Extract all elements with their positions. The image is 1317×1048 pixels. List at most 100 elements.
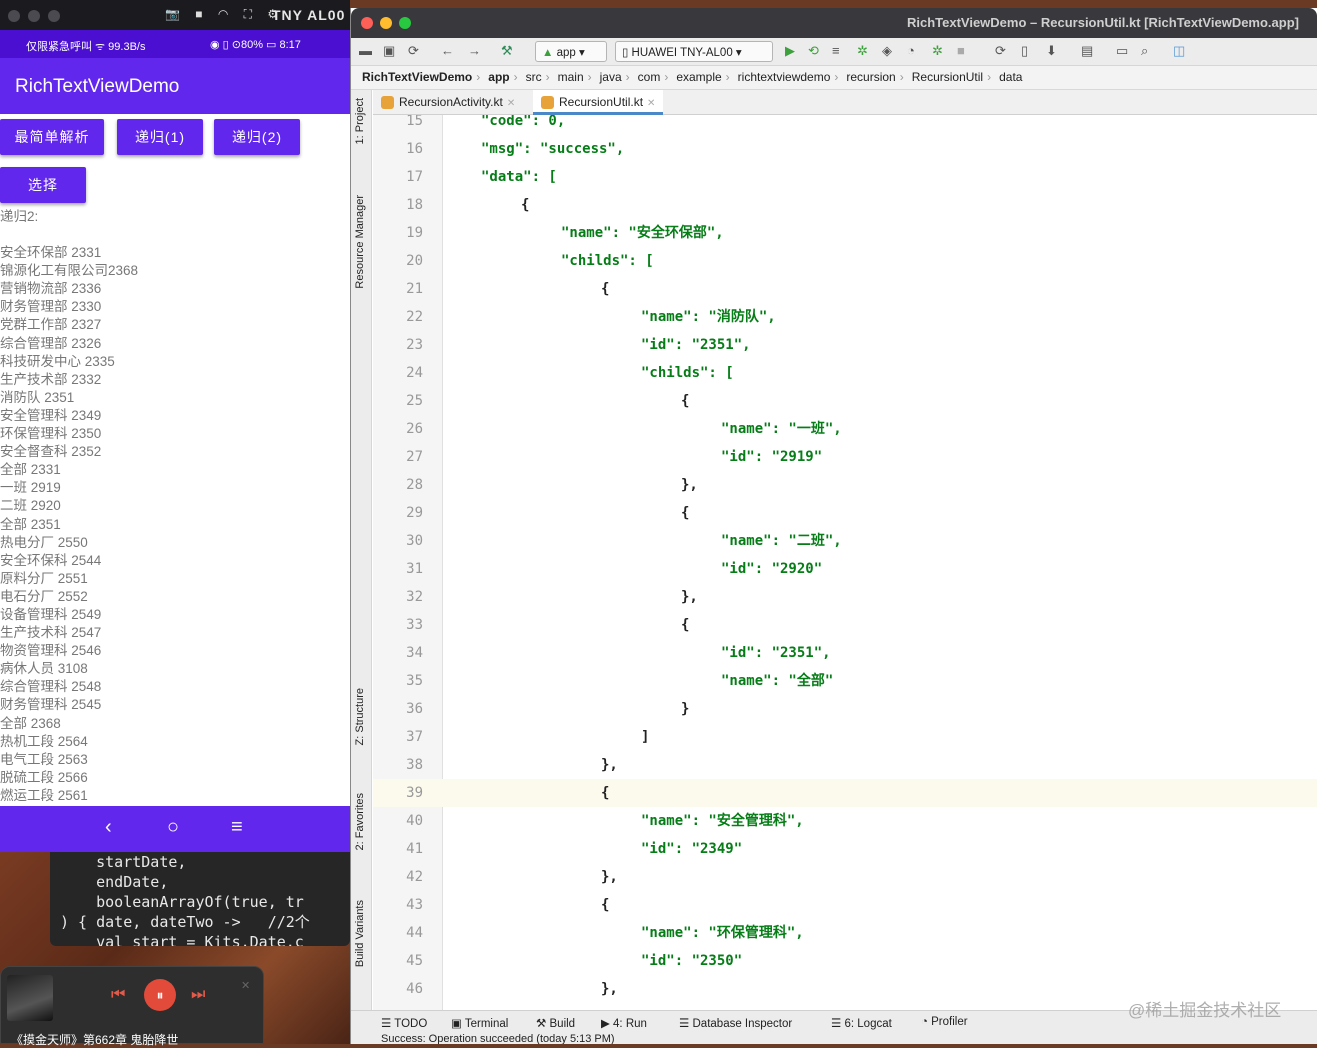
recursion-1-button[interactable]: 递归(1) (117, 119, 203, 155)
apply-code-icon[interactable]: ≡ (832, 43, 840, 58)
code-line[interactable]: 45 "id": "2350" (373, 947, 1317, 975)
home-icon[interactable]: ○ (167, 816, 179, 839)
breadcrumb-item[interactable]: com (638, 70, 661, 84)
menu-icon[interactable]: ≡ (231, 816, 243, 839)
code-line[interactable]: 25 { (373, 387, 1317, 415)
code-line[interactable]: 28}, (373, 471, 1317, 499)
recursion-2-button[interactable]: 递归(2) (214, 119, 300, 155)
attach-debugger-icon[interactable]: ✲ (932, 43, 943, 59)
code-line[interactable]: 16 "msg": "success", (373, 135, 1317, 163)
code-line[interactable]: 43 { (373, 891, 1317, 919)
close-icon[interactable]: ✕ (241, 979, 250, 992)
project-tool-tab[interactable]: 1: Project (354, 98, 366, 144)
resource-manager-tool-tab[interactable]: Resource Manager (354, 195, 366, 289)
sdk-manager-icon[interactable]: ⬇ (1046, 43, 1057, 59)
code-line[interactable]: 42}, (373, 863, 1317, 891)
avd-manager-icon[interactable]: ▯ (1021, 43, 1028, 59)
breadcrumb-item[interactable]: java (600, 70, 622, 84)
next-icon[interactable]: ⏭ (191, 986, 205, 1004)
code-line[interactable]: 21 { (373, 275, 1317, 303)
close-icon[interactable]: ✕ (647, 98, 655, 109)
breadcrumb-item[interactable]: recursion (846, 70, 895, 84)
code-line[interactable]: 41 "id": "2349" (373, 835, 1317, 863)
breadcrumb-item[interactable]: RecursionUtil (912, 70, 983, 84)
minimize-dot[interactable] (380, 17, 392, 29)
code-line[interactable]: 37] (373, 723, 1317, 751)
run-icon[interactable]: ▶ (785, 43, 795, 59)
breadcrumb-item[interactable]: app (488, 70, 509, 84)
breadcrumb-item[interactable]: data (999, 70, 1022, 84)
code-line[interactable]: 18 { (373, 191, 1317, 219)
code-line[interactable]: 19 "name": "安全环保部", (373, 219, 1317, 247)
code-line[interactable]: 15 "code": 0, (373, 115, 1317, 135)
code-line[interactable]: 24 "childs": [ (373, 359, 1317, 387)
code-line[interactable]: 33 { (373, 611, 1317, 639)
hammer-icon[interactable]: ⚒ (501, 43, 513, 59)
music-player[interactable]: ⏮ ⏸ ⏭ ✕ 《摸金天师》第662章 鬼胎降世 (0, 966, 264, 1047)
assistant-icon[interactable]: ◫ (1173, 43, 1185, 59)
code-line[interactable]: 20 "childs": [ (373, 247, 1317, 275)
code-line[interactable]: 44 "name": "环保管理科", (373, 919, 1317, 947)
open-folder-icon[interactable]: ▬ (359, 43, 372, 58)
close-dot[interactable] (8, 10, 20, 22)
layout-inspector-icon[interactable]: ▭ (1116, 43, 1128, 59)
code-line[interactable]: 34 "id": "2351", (373, 639, 1317, 667)
code-line[interactable]: 27 "id": "2919" (373, 443, 1317, 471)
window-controls[interactable] (8, 9, 68, 27)
previous-icon[interactable]: ⏮ (111, 986, 125, 1004)
run-config-select[interactable]: ▲ app ▾ (535, 41, 607, 62)
bottom-tool-tab[interactable]: ☰ Database Inspector (679, 1016, 792, 1030)
bottom-tool-tab[interactable]: ◔ Profiler (921, 1016, 968, 1028)
code-line[interactable]: 40 "name": "安全管理科", (373, 807, 1317, 835)
minimize-dot[interactable] (28, 10, 40, 22)
sync-icon[interactable]: ⟳ (408, 43, 419, 59)
code-line[interactable]: 17 "data": [ (373, 163, 1317, 191)
save-icon[interactable]: ▣ (383, 43, 395, 59)
code-line[interactable]: 26 "name": "一班", (373, 415, 1317, 443)
build-variants-tool-tab[interactable]: Build Variants (354, 900, 366, 967)
breadcrumb-item[interactable]: main (558, 70, 584, 84)
tab-recursion-util[interactable]: RecursionUtil.kt ✕ (533, 90, 664, 115)
project-structure-icon[interactable]: ▤ (1081, 43, 1093, 59)
zoom-dot[interactable] (399, 17, 411, 29)
breadcrumb-item[interactable]: RichTextViewDemo (362, 70, 472, 84)
device-select[interactable]: ▯ HUAWEI TNY-AL00 ▾ (615, 41, 773, 62)
debug-icon[interactable]: ✲ (857, 43, 868, 59)
select-button[interactable]: 选择 (0, 167, 86, 203)
close-icon[interactable]: ✕ (507, 98, 515, 109)
favorites-tool-tab[interactable]: 2: Favorites (354, 793, 366, 850)
code-line[interactable]: 32}, (373, 583, 1317, 611)
code-line[interactable]: 30 "name": "二班", (373, 527, 1317, 555)
code-editor[interactable]: 15 "code": 0, 16 "msg": "success", 17 "data":… (373, 115, 1317, 1010)
breadcrumb-item[interactable]: src (526, 70, 542, 84)
structure-tool-tab[interactable]: Z: Structure (354, 688, 366, 745)
breadcrumb-item[interactable]: example (676, 70, 721, 84)
close-dot[interactable] (361, 17, 373, 29)
apply-changes-icon[interactable]: ⟲ (808, 43, 819, 59)
back-arrow-icon[interactable]: ← (441, 43, 454, 58)
mirror-toolbar-icons[interactable]: 📷 ■ ◠ ⛶ ⚙ (165, 7, 284, 22)
bottom-tool-tab[interactable]: ▶ 4: Run (601, 1016, 647, 1030)
profile-icon[interactable]: ◔ (907, 43, 915, 58)
simple-parse-button[interactable]: 最简单解析 (0, 119, 104, 155)
stop-icon[interactable]: ■ (957, 43, 965, 58)
back-icon[interactable]: ‹ (105, 816, 112, 839)
code-line[interactable]: 31 "id": "2920" (373, 555, 1317, 583)
code-line[interactable]: 29 { (373, 499, 1317, 527)
bottom-tool-tab[interactable]: ☰ TODO (381, 1016, 427, 1030)
breadcrumb-item[interactable]: richtextviewdemo (738, 70, 831, 84)
tab-recursion-activity[interactable]: RecursionActivity.kt ✕ (373, 90, 523, 115)
forward-arrow-icon[interactable]: → (468, 43, 481, 58)
code-line[interactable]: 35 "name": "全部" (373, 667, 1317, 695)
gradle-sync-icon[interactable]: ⟳ (995, 43, 1006, 59)
search-icon[interactable]: ⌕ (1141, 43, 1148, 59)
zoom-dot[interactable] (48, 10, 60, 22)
code-line[interactable]: 39 { (373, 779, 1317, 807)
bottom-tool-tab[interactable]: ☰ 6: Logcat (831, 1016, 892, 1030)
bottom-tool-tab[interactable]: ⚒ Build (536, 1016, 575, 1030)
code-line[interactable]: 38}, (373, 751, 1317, 779)
code-line[interactable]: 23 "id": "2351", (373, 331, 1317, 359)
code-line[interactable]: 36} (373, 695, 1317, 723)
bottom-tool-tab[interactable]: ▣ Terminal (451, 1016, 508, 1030)
pause-button[interactable]: ⏸ (144, 979, 176, 1011)
